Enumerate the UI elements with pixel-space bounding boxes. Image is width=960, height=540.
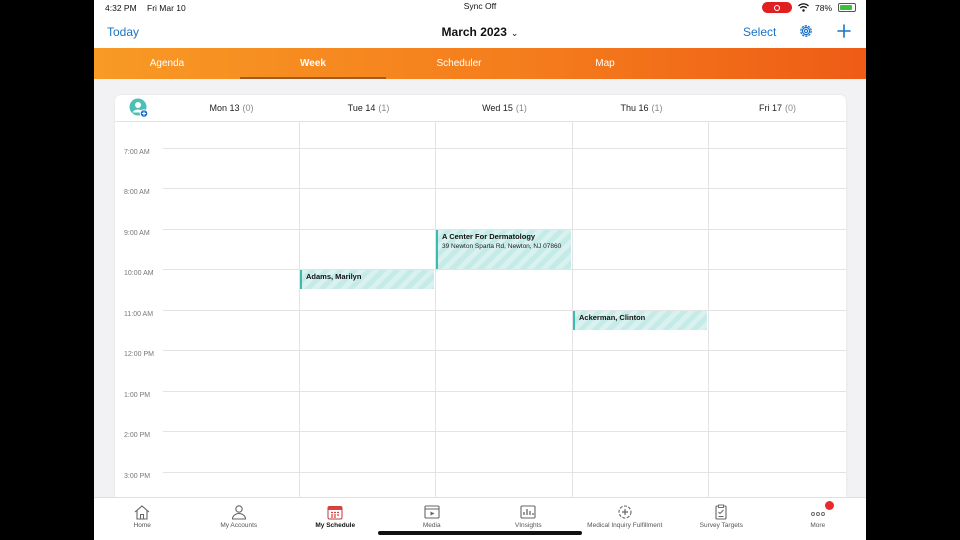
- screen-recording-icon: [761, 2, 792, 13]
- tab-agenda[interactable]: Agenda: [94, 48, 240, 79]
- sync-status: Sync Off: [463, 1, 497, 11]
- month-title: March 2023: [441, 25, 507, 39]
- medical-icon: [618, 505, 632, 519]
- gear-icon[interactable]: [798, 23, 814, 39]
- day-header-tue: Tue 14 (1): [347, 103, 390, 113]
- time-label: 2:00 PM: [124, 432, 151, 439]
- event-address: 39 Newton Sparta Rd, Newton, NJ 07860: [442, 243, 562, 250]
- day-header: Mon 13 (0) Tue 14 (1) Wed 15 (1) Thu 16 (1) …: [115, 95, 846, 122]
- time-label: 8:00 AM: [124, 189, 150, 196]
- event-title: Adams, Marilyn: [306, 272, 362, 281]
- tab-map[interactable]: Map: [532, 48, 678, 79]
- time-grid[interactable]: 7:00 AM 8:00 AM 9:00 AM 10:00 AM 11:00 A…: [115, 122, 846, 497]
- week-calendar: Mon 13 (0) Tue 14 (1) Wed 15 (1) Thu 16 (1) …: [115, 95, 846, 497]
- add-icon[interactable]: [836, 23, 852, 39]
- event-adams-marilyn[interactable]: Adams, Marilyn: [300, 270, 434, 289]
- battery-percent: 78%: [814, 2, 832, 13]
- time-label: 3:00 PM: [124, 473, 151, 480]
- media-icon: [424, 505, 440, 519]
- calendar-icon: [327, 506, 343, 520]
- ipad-screen: 4:32 PM Fri Mar 10 Sync Off 78% Today Ma…: [94, 0, 866, 540]
- view-tabs: Agenda Week Scheduler Map: [94, 48, 866, 79]
- chevron-down-icon: ⌄: [510, 28, 519, 38]
- bottom-tab-survey-targets[interactable]: Survey Targets: [673, 498, 770, 540]
- event-title: Ackerman, Clinton: [579, 313, 646, 322]
- event-ackerman-clinton[interactable]: Ackerman, Clinton: [573, 311, 707, 330]
- tab-week[interactable]: Week: [240, 48, 386, 79]
- person-icon: [231, 505, 246, 520]
- day-header-thu: Thu 16 (1): [620, 103, 663, 113]
- bottom-tab-more[interactable]: More: [770, 498, 867, 540]
- day-header-fri: Fri 17 (0): [758, 103, 796, 113]
- bottom-tab-medical-inquiry[interactable]: Medical Inquiry Fulfillment: [577, 498, 674, 540]
- clipboard-icon: [715, 504, 727, 520]
- day-header-mon: Mon 13 (0): [209, 103, 254, 113]
- event-dermatology[interactable]: A Center For Dermatology 39 Newton Spart…: [436, 230, 571, 269]
- time-label: 7:00 AM: [124, 149, 150, 156]
- time-label: 9:00 AM: [124, 230, 150, 237]
- select-button[interactable]: Select: [743, 25, 776, 39]
- status-bar: 4:32 PM Fri Mar 10 Sync Off 78%: [94, 0, 866, 17]
- bottom-tab-my-schedule[interactable]: My Schedule: [287, 498, 384, 540]
- event-title: A Center For Dermatology: [442, 232, 536, 241]
- time-label: 11:00 AM: [124, 311, 154, 318]
- time-label: 10:00 AM: [124, 270, 154, 277]
- nav-bar: Today March 2023 ⌄ Select: [94, 17, 866, 48]
- time-label: 12:00 PM: [124, 351, 154, 358]
- home-indicator: [378, 531, 582, 535]
- notification-badge: [824, 501, 834, 510]
- tab-scheduler[interactable]: Scheduler: [386, 48, 532, 79]
- day-header-wed: Wed 15 (1): [482, 103, 527, 113]
- wifi-icon: [798, 3, 809, 12]
- home-icon: [134, 505, 150, 520]
- more-icon: [810, 512, 825, 516]
- battery-icon: [838, 3, 856, 12]
- time-label: 1:00 PM: [124, 392, 151, 399]
- bottom-tab-my-accounts[interactable]: My Accounts: [191, 498, 288, 540]
- chart-icon: [520, 505, 536, 519]
- add-attendee-icon[interactable]: [129, 98, 149, 118]
- bottom-tab-home[interactable]: Home: [94, 498, 191, 540]
